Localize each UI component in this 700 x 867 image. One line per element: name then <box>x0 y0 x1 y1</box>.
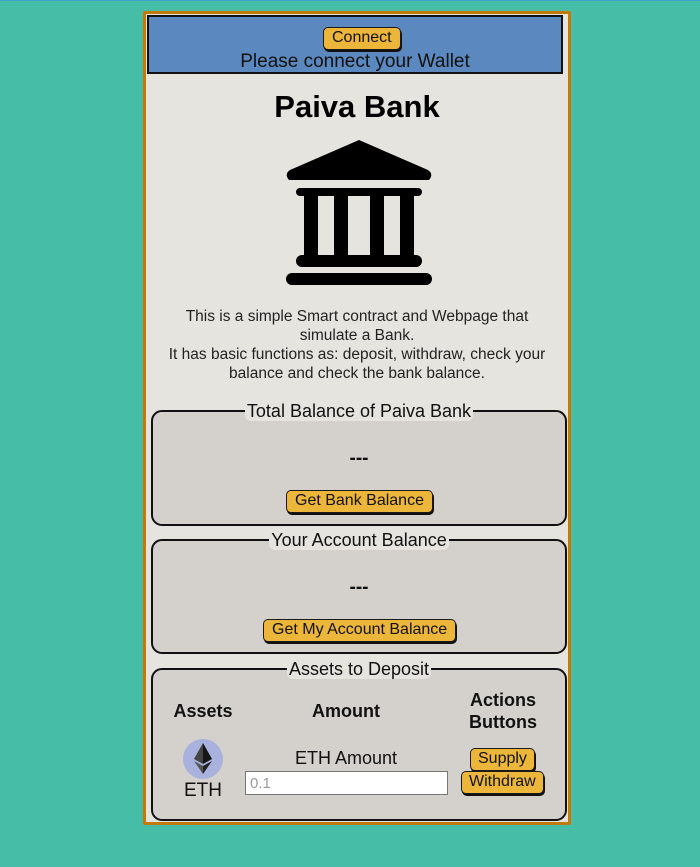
description: This is a simple Smart contract and Webp… <box>156 307 558 383</box>
account-balance-panel: Your Account Balance --- Get My Account … <box>151 530 567 654</box>
assets-deposit-panel: Assets to Deposit Assets Amount Actions … <box>151 659 567 821</box>
top-edge-line <box>0 0 700 1</box>
description-line-2: It has basic functions as: deposit, with… <box>168 346 546 382</box>
page-title: Paiva Bank <box>274 89 440 124</box>
actions-header: Actions Buttons <box>469 690 537 732</box>
bank-balance-value: --- <box>349 448 369 469</box>
wallet-status-message: Please connect your Wallet <box>240 51 470 72</box>
assets-deposit-legend: Assets to Deposit <box>286 659 432 679</box>
assets-header: Assets <box>173 701 233 721</box>
bank-icon <box>286 140 432 285</box>
bank-balance-panel: Total Balance of Paiva Bank --- Get Bank… <box>151 401 567 526</box>
account-balance-legend: Your Account Balance <box>269 530 449 550</box>
asset-label: ETH <box>184 780 222 801</box>
ethereum-icon <box>183 739 223 779</box>
bank-card: Connect Please connect your Wallet Paiva… <box>143 11 571 825</box>
wallet-bar: Connect Please connect your Wallet <box>147 15 563 74</box>
get-bank-balance-button[interactable]: Get Bank Balance <box>286 490 433 513</box>
connect-button[interactable]: Connect <box>323 27 401 50</box>
get-account-balance-button[interactable]: Get My Account Balance <box>263 619 457 642</box>
eth-amount-input[interactable] <box>245 771 448 795</box>
amount-header: Amount <box>312 701 380 721</box>
bank-balance-legend: Total Balance of Paiva Bank <box>244 401 474 421</box>
withdraw-button[interactable]: Withdraw <box>461 771 544 794</box>
amount-label: ETH Amount <box>294 748 398 768</box>
account-balance-value: --- <box>349 577 369 598</box>
supply-button[interactable]: Supply <box>470 748 535 771</box>
description-line-1: This is a simple Smart contract and Webp… <box>185 308 529 344</box>
